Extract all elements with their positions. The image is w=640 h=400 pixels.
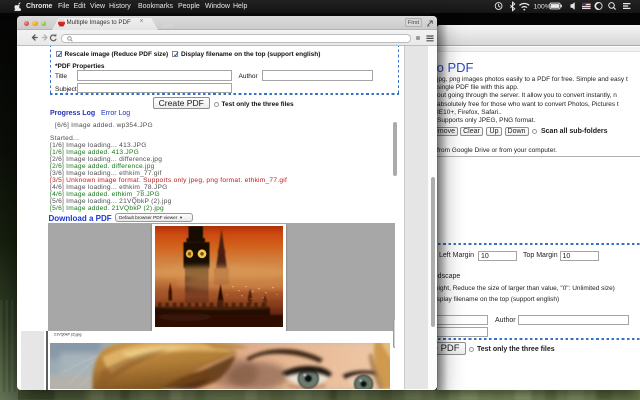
svg-text:100%: 100% [534,4,551,11]
